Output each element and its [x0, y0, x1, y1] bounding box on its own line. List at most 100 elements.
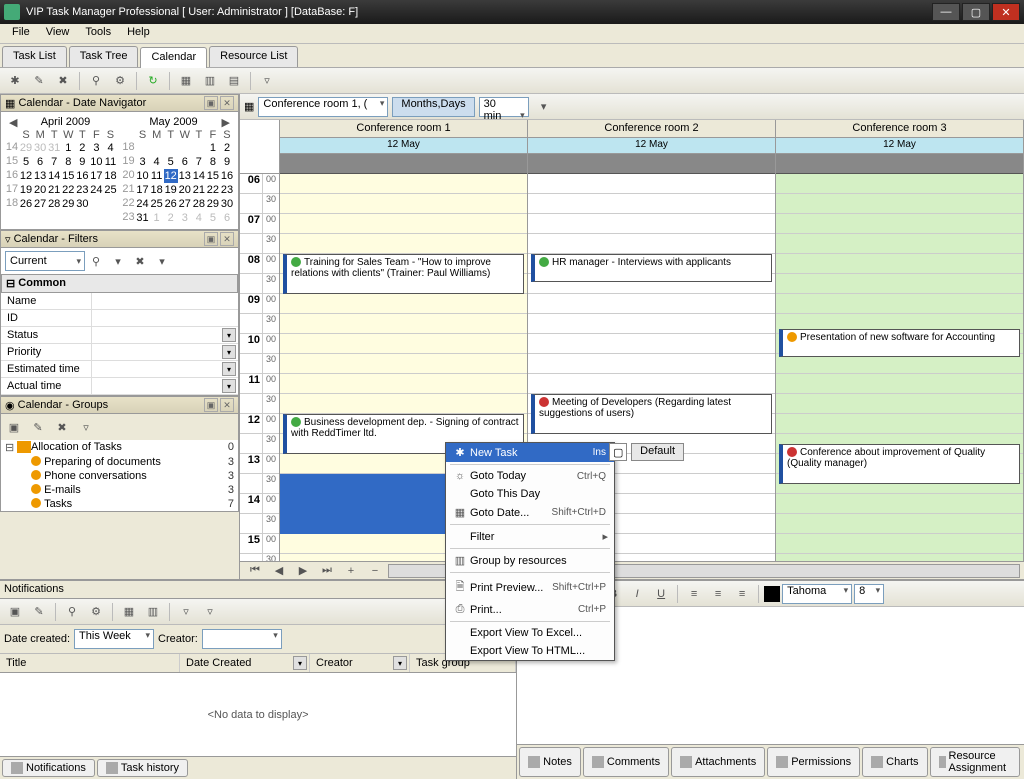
calendar-day[interactable]: 31 — [47, 141, 61, 155]
calendar-day[interactable]: 11 — [103, 155, 117, 169]
calendar-day[interactable]: 22 — [61, 183, 75, 197]
interval-combo[interactable]: 30 min — [479, 97, 529, 117]
bottom-tab[interactable]: Resource Assignment — [930, 747, 1020, 777]
filter-current-combo[interactable]: Current — [5, 251, 85, 271]
ctx-item[interactable]: ▥Group by resources — [446, 551, 614, 570]
ntb4[interactable]: ⚙ — [85, 601, 107, 623]
calendar-day[interactable]: 14 — [192, 169, 206, 183]
calendar-day[interactable]: 9 — [220, 155, 234, 169]
ctx-item[interactable]: Export View To HTML... — [446, 642, 614, 660]
align-right-icon[interactable]: ≡ — [731, 583, 753, 605]
calendar-day[interactable]: 6 — [33, 155, 47, 169]
prev-icon[interactable]: ◀ — [268, 560, 290, 582]
allday-area[interactable] — [280, 154, 527, 174]
calendar-day[interactable] — [178, 141, 192, 155]
ctx-item[interactable]: 🗎Print Preview...Shift+Ctrl+P — [446, 575, 614, 600]
italic-icon[interactable]: I — [626, 583, 648, 605]
ntb2[interactable]: ✎ — [28, 601, 50, 623]
calendar-day[interactable]: 12 — [164, 169, 178, 183]
align-center-icon[interactable]: ≡ — [707, 583, 729, 605]
refresh-icon[interactable]: ↻ — [142, 70, 164, 92]
ctx-item[interactable]: ⎙Print...Ctrl+P — [446, 600, 614, 619]
calendar-day[interactable]: 27 — [33, 197, 47, 211]
tab-calendar[interactable]: Calendar — [140, 47, 207, 68]
calendar-event[interactable]: Meeting of Developers (Regarding latest … — [531, 394, 772, 434]
link-icon[interactable]: ⚲ — [85, 70, 107, 92]
close-button[interactable]: ✕ — [992, 3, 1020, 21]
calendar-day[interactable]: 16 — [75, 169, 89, 183]
calendar-day[interactable]: 22 — [206, 183, 220, 197]
close-panel-icon[interactable]: ✕ — [220, 96, 234, 110]
ctx-item[interactable]: Export View To Excel... — [446, 624, 614, 642]
ctx-default-button[interactable]: Default — [631, 443, 684, 461]
calendar-event[interactable]: Presentation of new software for Account… — [779, 329, 1020, 357]
tab-task-tree[interactable]: Task Tree — [69, 46, 139, 67]
calendar-day[interactable]: 20 — [33, 183, 47, 197]
filter-tb2[interactable]: ▾ — [107, 250, 129, 272]
calendar-day[interactable]: 26 — [19, 197, 33, 211]
col-date[interactable]: Date Created▾ — [180, 654, 310, 672]
color-icon[interactable] — [764, 586, 780, 602]
collapse-icon[interactable]: ▣ — [204, 96, 218, 110]
align-left-icon[interactable]: ≡ — [683, 583, 705, 605]
group-tb1[interactable]: ▣ — [3, 416, 25, 438]
calendar-day[interactable]: 28 — [47, 197, 61, 211]
filter-icon[interactable]: ▿ — [256, 70, 278, 92]
calendar-day[interactable]: 1 — [206, 141, 220, 155]
group-tb2[interactable]: ✎ — [27, 416, 49, 438]
tab-task-list[interactable]: Task List — [2, 46, 67, 67]
calendar-day[interactable]: 3 — [89, 141, 103, 155]
calendar-day[interactable]: 18 — [103, 169, 117, 183]
ntb7[interactable]: ▿ — [175, 601, 197, 623]
bottom-tab[interactable]: Notifications — [2, 759, 95, 777]
calendar-day[interactable]: 26 — [164, 197, 178, 211]
calendar-day[interactable]: 15 — [61, 169, 75, 183]
calendar-day[interactable]: 6 — [220, 211, 234, 225]
tree-item[interactable]: Tasks7 — [1, 497, 238, 511]
calendar-day[interactable]: 24 — [89, 183, 103, 197]
calendar-day[interactable] — [103, 197, 117, 211]
last-icon[interactable]: ⏭ — [316, 560, 338, 582]
calendar-day[interactable]: 23 — [220, 183, 234, 197]
view1-icon[interactable]: ▦ — [175, 70, 197, 92]
remove-icon[interactable]: − — [364, 560, 386, 582]
calendar-day[interactable]: 18 — [150, 183, 164, 197]
calendar-day[interactable]: 13 — [33, 169, 47, 183]
view2-icon[interactable]: ▥ — [199, 70, 221, 92]
calendar-day[interactable]: 9 — [75, 155, 89, 169]
allday-area[interactable] — [528, 154, 775, 174]
tree-item[interactable]: E-mails3 — [1, 483, 238, 497]
group-tb4[interactable]: ▿ — [75, 416, 97, 438]
calendar-event[interactable]: Training for Sales Team - "How to improv… — [283, 254, 524, 294]
date-created-combo[interactable]: This Week — [74, 629, 154, 649]
underline-icon[interactable]: U — [650, 583, 672, 605]
ctx-item[interactable]: ▦Goto Date...Shift+Ctrl+D — [446, 503, 614, 522]
new-task-icon[interactable]: ✱ — [4, 70, 26, 92]
collapse-icon[interactable]: ▣ — [204, 398, 218, 412]
filter-row[interactable]: Name — [1, 293, 238, 310]
close-panel-icon[interactable]: ✕ — [220, 232, 234, 246]
calendar-day[interactable]: 5 — [19, 155, 33, 169]
calendar-day[interactable]: 2 — [164, 211, 178, 225]
ntb8[interactable]: ▿ — [199, 601, 221, 623]
next-icon[interactable]: ▶ — [292, 560, 314, 582]
calendar-day[interactable]: 6 — [178, 155, 192, 169]
filter-row[interactable]: Priority▾ — [1, 344, 238, 361]
calendar-day[interactable]: 11 — [150, 169, 164, 183]
minimize-button[interactable]: — — [932, 3, 960, 21]
calendar-day[interactable]: 14 — [47, 169, 61, 183]
bottom-tab[interactable]: Attachments — [671, 747, 765, 777]
filter-row[interactable]: Status▾ — [1, 327, 238, 344]
delete-icon[interactable]: ✖ — [52, 70, 74, 92]
add-icon[interactable]: + — [340, 560, 362, 582]
ntb1[interactable]: ▣ — [4, 601, 26, 623]
calendar-day[interactable]: 27 — [178, 197, 192, 211]
bottom-tab[interactable]: Task history — [97, 759, 188, 777]
room-combo[interactable]: Conference room 1, ( — [258, 97, 388, 117]
ctx-item[interactable]: ☼Goto TodayCtrl+Q — [446, 467, 614, 485]
ctx-item[interactable]: Goto This Day — [446, 485, 614, 503]
ctx-item[interactable]: ✱New TaskIns — [446, 443, 614, 462]
calendar-day[interactable]: 4 — [103, 141, 117, 155]
calendar-day[interactable]: 21 — [192, 183, 206, 197]
calendar-day[interactable]: 20 — [178, 183, 192, 197]
